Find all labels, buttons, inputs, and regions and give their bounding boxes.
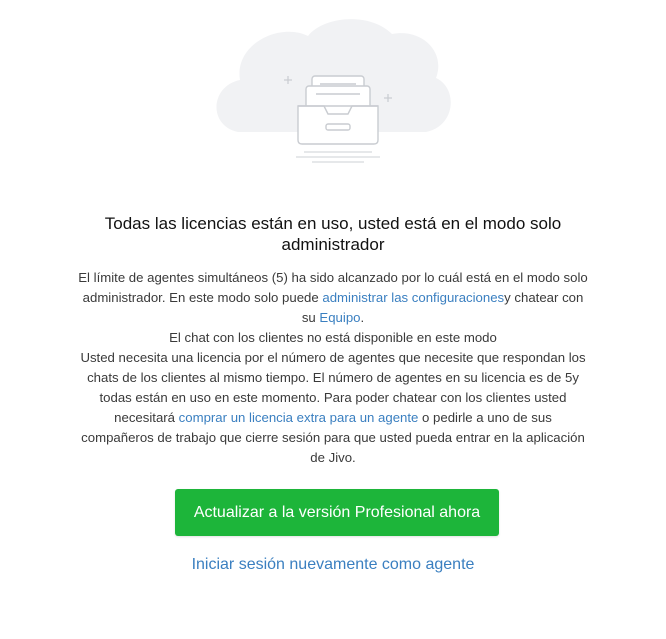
- tray-cards: [305, 75, 371, 109]
- team-link[interactable]: Equipo: [319, 310, 360, 325]
- paragraph-license-info: Usted necesita una licencia por el númer…: [78, 348, 588, 468]
- buy-extra-license-link[interactable]: comprar un licencia extra para un agente: [179, 410, 419, 425]
- explanation-text: El límite de agentes simultáneos (5) ha …: [78, 268, 588, 468]
- paragraph-chat-unavailable: El chat con los clientes no está disponi…: [169, 330, 497, 345]
- upgrade-professional-button[interactable]: Actualizar a la versión Profesional ahor…: [175, 489, 499, 536]
- paragraph-limit: El límite de agentes simultáneos (5) ha …: [78, 268, 588, 328]
- manage-settings-link[interactable]: administrar las configuraciones: [322, 290, 504, 305]
- inbox-tray-icon: [216, 19, 451, 163]
- login-as-agent-link[interactable]: Iniciar sesión nuevamente como agente: [60, 556, 606, 574]
- license-limit-page: Todas las licencias están en uso, usted …: [0, 0, 666, 639]
- floor-lines: [296, 151, 380, 163]
- text-segment: .: [360, 310, 365, 325]
- page-title: Todas las licencias están en uso, usted …: [104, 214, 562, 254]
